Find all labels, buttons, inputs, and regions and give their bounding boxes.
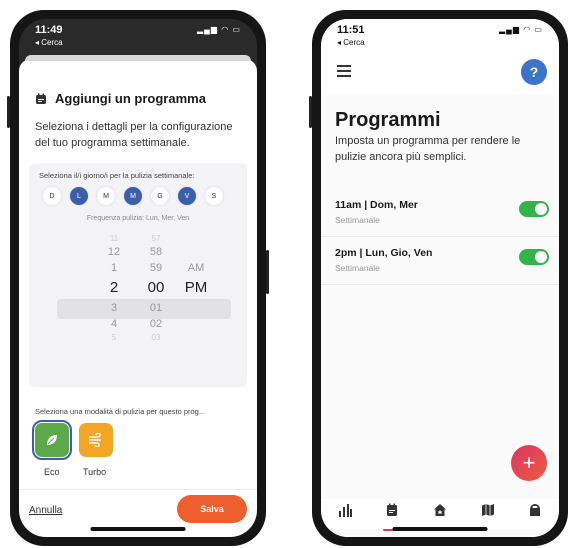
sheet-description: Seleziona i dettagli per la configurazio… <box>35 121 233 149</box>
home-indicator <box>392 527 488 531</box>
sheet-title: Aggiungi un programma <box>35 91 206 106</box>
hour-column[interactable]: 11 12 1 2 3 4 5 <box>101 233 127 343</box>
status-time: 11:51 <box>337 24 365 36</box>
schedule-icon <box>387 503 398 516</box>
hour-option: 4 <box>110 318 118 330</box>
days-label: Seleziona il/i giorno/i per la pulizia s… <box>39 171 195 180</box>
sheet-title-text: Aggiungi un programma <box>55 91 206 106</box>
time-picker[interactable]: 11 12 1 2 3 4 5 57 58 59 00 01 02 03 AM … <box>29 233 247 383</box>
tab-robot[interactable] <box>522 503 548 525</box>
turbo-mode-label: Turbo <box>83 467 107 477</box>
page-title: Programmi <box>335 109 441 131</box>
minute-option: 03 <box>151 333 161 342</box>
day-sunday[interactable]: D <box>43 187 61 205</box>
hour-option: 12 <box>107 246 121 258</box>
add-schedule-button[interactable]: + <box>511 445 547 481</box>
ampm-spacer <box>179 244 213 260</box>
phone-right: 11:51 ◂ Cerca ▂▄▆ ◠ ▭ ? Programmi Impost… <box>309 10 568 546</box>
help-button[interactable]: ? <box>521 59 547 85</box>
minute-selected: 00 <box>147 279 165 296</box>
status-bar: 11:49 ◂ Cerca ▂▄▆ ◠ ▭ <box>19 19 257 55</box>
home-icon <box>433 504 446 516</box>
side-button <box>309 96 312 128</box>
eco-mode-label: Eco <box>44 467 60 477</box>
day-monday[interactable]: L <box>70 187 88 205</box>
tab-map[interactable] <box>475 503 501 525</box>
tab-stats[interactable] <box>332 503 358 525</box>
add-program-sheet: Aggiungi un programma Seleziona i dettag… <box>19 55 257 537</box>
tab-schedule[interactable] <box>379 503 405 531</box>
config-panel: Seleziona il/i giorno/i per la pulizia s… <box>29 163 247 387</box>
hour-option: 3 <box>110 302 118 314</box>
cancel-link[interactable]: Annulla <box>29 505 62 516</box>
schedule-time: 2pm | Lun, Gio, Ven <box>335 247 433 259</box>
menu-icon[interactable] <box>337 65 351 80</box>
signal-icon: ▂▄▆ ◠ ▭ <box>197 25 241 34</box>
save-button[interactable]: Salva <box>177 495 247 523</box>
day-tuesday[interactable]: M <box>97 187 115 205</box>
day-saturday[interactable]: S <box>205 187 223 205</box>
status-time: 11:49 <box>35 24 63 36</box>
phone-left: 11:49 ◂ Cerca ▂▄▆ ◠ ▭ Aggiungi un progra… <box>7 10 269 546</box>
frequency-text: Frequenza pulizia: Lun, Mer, Ven <box>29 215 247 222</box>
side-button <box>7 96 10 128</box>
schedule-frequency: Settimanale <box>335 215 380 225</box>
footer-divider <box>19 489 257 490</box>
page-description: Imposta un programma per rendere le puli… <box>335 135 521 163</box>
signal-icon: ▂▄▆ ◠ ▭ <box>499 25 543 34</box>
eco-mode-button[interactable] <box>32 420 72 460</box>
wind-icon <box>89 433 101 447</box>
status-bar: 11:51 ◂ Cerca ▂▄▆ ◠ ▭ <box>321 19 559 55</box>
minute-option: 59 <box>149 262 163 274</box>
schedule-item[interactable]: 2pm | Lun, Gio, Ven Settimanale <box>321 247 559 287</box>
day-selector: D L M M G V S <box>43 187 223 205</box>
screen-right: 11:51 ◂ Cerca ▂▄▆ ◠ ▭ ? Programmi Impost… <box>321 19 559 537</box>
schedule-frequency: Settimanale <box>335 263 380 273</box>
frequency-value: Lun, Mer, Ven <box>145 215 190 222</box>
schedule-toggle[interactable] <box>519 201 549 217</box>
hour-option: 5 <box>111 333 117 342</box>
toggle-knob <box>535 203 547 215</box>
hour-option: 1 <box>110 262 118 274</box>
divider <box>321 236 559 237</box>
ampm-option: AM <box>187 262 205 274</box>
leaf-icon <box>47 435 57 445</box>
screen-left: 11:49 ◂ Cerca ▂▄▆ ◠ ▭ Aggiungi un progra… <box>19 19 257 537</box>
schedule-time: 11am | Dom, Mer <box>335 199 418 211</box>
calendar-icon <box>36 93 46 104</box>
ampm-column[interactable]: AM PM <box>179 233 213 300</box>
turbo-mode-button[interactable] <box>79 423 113 457</box>
robot-icon <box>530 504 541 516</box>
map-icon <box>481 504 494 516</box>
minute-option: 02 <box>149 318 163 330</box>
mode-label: Seleziona una modalità di pulizia per qu… <box>35 407 206 416</box>
day-wednesday[interactable]: M <box>124 187 142 205</box>
minute-option: 58 <box>149 246 163 258</box>
day-friday[interactable]: V <box>178 187 196 205</box>
frequency-prefix: Frequenza pulizia: <box>86 215 145 222</box>
hour-selected: 2 <box>109 279 119 296</box>
divider <box>321 284 559 285</box>
stats-icon <box>338 504 352 517</box>
minute-column[interactable]: 57 58 59 00 01 02 03 <box>141 233 171 343</box>
back-link[interactable]: ◂ Cerca <box>35 38 63 47</box>
schedule-item[interactable]: 11am | Dom, Mer Settimanale <box>321 199 559 239</box>
sheet-handle <box>25 55 251 61</box>
hour-option: 11 <box>109 234 119 243</box>
ampm-spacer <box>179 233 213 244</box>
ampm-selected: PM <box>184 279 208 296</box>
minute-option: 57 <box>151 234 161 243</box>
side-button <box>266 250 269 294</box>
home-indicator <box>90 527 186 531</box>
back-link[interactable]: ◂ Cerca <box>337 38 365 47</box>
schedule-toggle[interactable] <box>519 249 549 265</box>
tab-home[interactable] <box>427 503 453 525</box>
tab-bar <box>321 499 559 531</box>
minute-option: 01 <box>149 302 163 314</box>
day-thursday[interactable]: G <box>151 187 169 205</box>
toggle-knob <box>535 251 547 263</box>
